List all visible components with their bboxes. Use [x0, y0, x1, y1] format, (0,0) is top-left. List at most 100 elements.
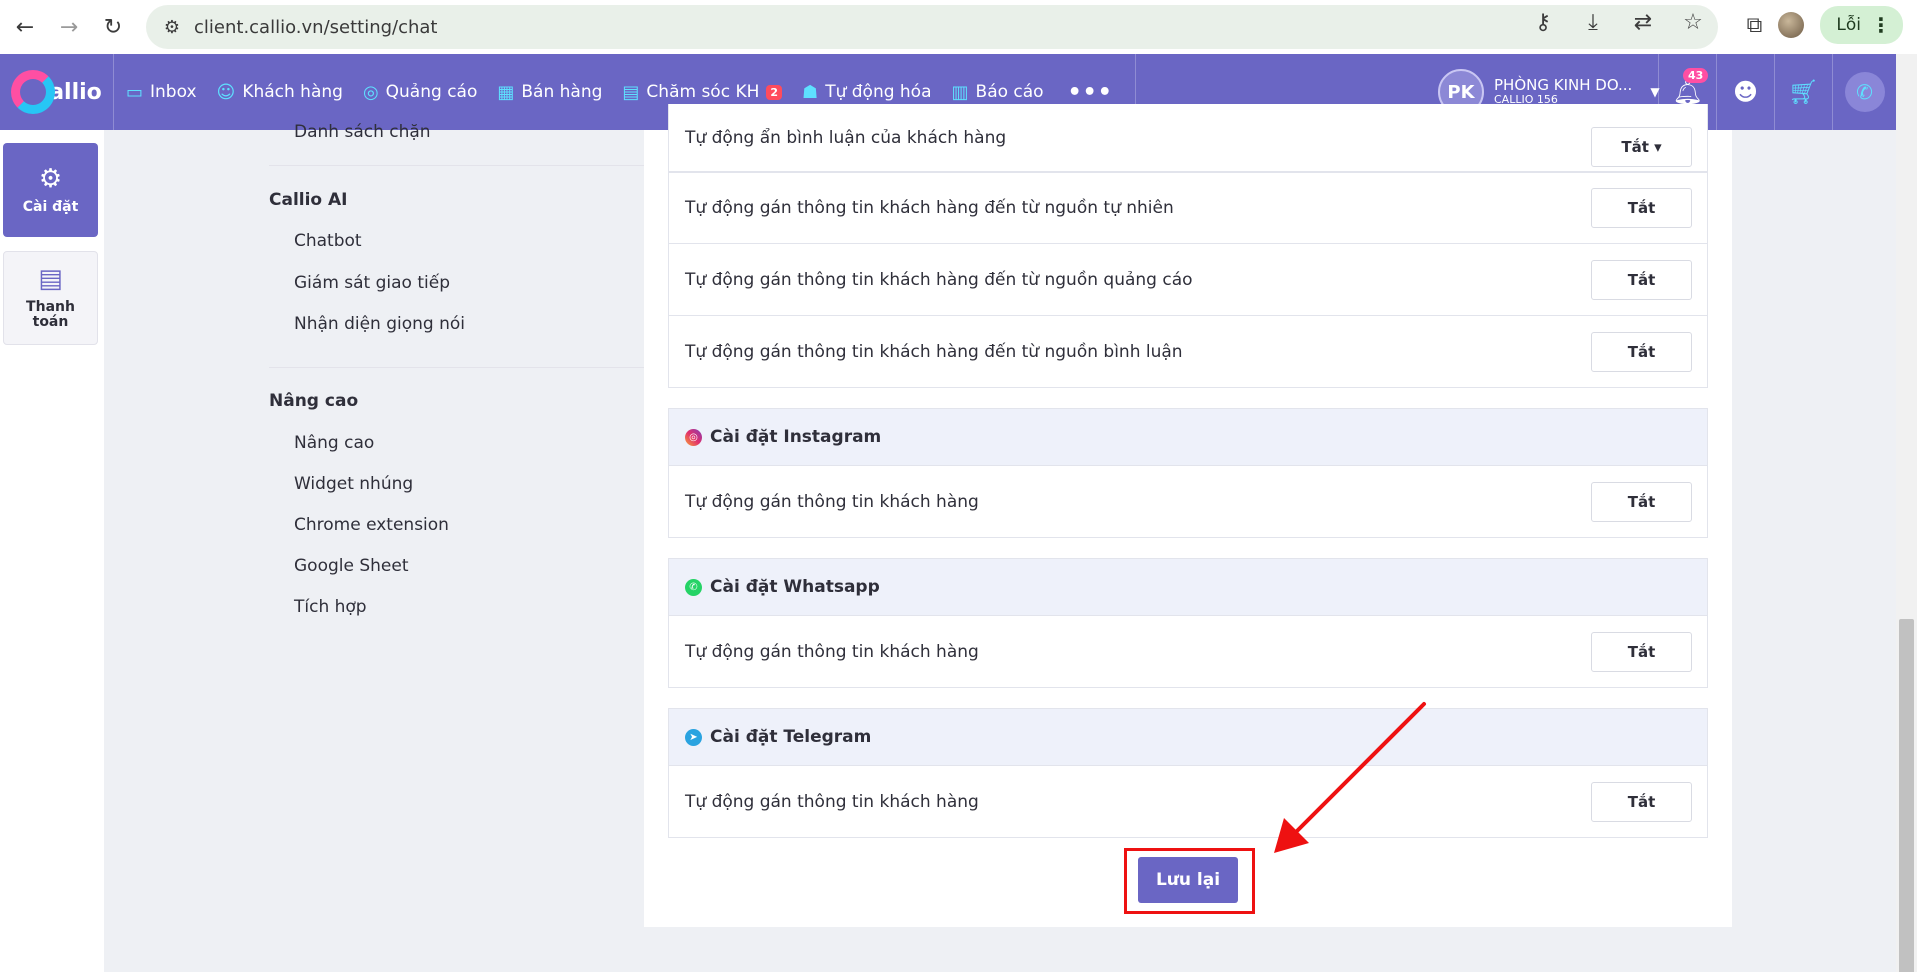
menu-item-customers[interactable]: ☺ Khách hàng — [217, 82, 343, 103]
logo-text: allio — [49, 79, 102, 105]
nav-integration[interactable]: Tích hợp — [294, 597, 367, 617]
care-badge: 2 — [766, 84, 783, 100]
nav-chatbot[interactable]: Chatbot — [294, 231, 362, 251]
setting-label: Tự động gán thông tin khách hàng — [685, 491, 979, 512]
toggle-dropdown[interactable]: Tắt ▾ — [1591, 126, 1692, 167]
browser-toolbar: ← → ↻ ⚙ client.callio.vn/setting/chat ⚷ … — [0, 0, 1917, 54]
nav-embed-widget[interactable]: Widget nhúng — [294, 474, 413, 494]
instagram-section-header: ◎ Cài đặt Instagram — [668, 408, 1708, 466]
setting-label: Tự động gán thông tin khách hàng đến từ … — [685, 269, 1193, 290]
url-text[interactable]: client.callio.vn/setting/chat — [194, 17, 438, 38]
translate-icon[interactable]: ⇄ — [1629, 10, 1657, 35]
settings-nav: Danh sách chặn Callio AI Chatbot Giám sá… — [104, 122, 711, 972]
nav-communication-monitor[interactable]: Giám sát giao tiếp — [294, 273, 450, 293]
menu-item-label: Chăm sóc KH — [646, 82, 760, 102]
nav-section-callio-ai: Callio AI — [269, 190, 348, 210]
back-icon[interactable]: ← — [6, 8, 44, 46]
menu-dots-icon: ⋮ — [1871, 13, 1891, 37]
sales-icon: ▦ — [497, 81, 515, 103]
account-name: PHÒNG KINH DO... — [1494, 76, 1633, 95]
error-chip[interactable]: Lỗi ⋮ — [1820, 6, 1903, 44]
menu-item-label: Bán hàng — [521, 82, 603, 102]
callio-logo[interactable]: allio — [0, 54, 114, 130]
nav-section-advanced: Nâng cao — [269, 391, 359, 411]
logo-mark-icon — [11, 70, 56, 114]
setting-label: Tự động gán thông tin khách hàng đến từ … — [685, 198, 1174, 218]
nav-voice-recognition[interactable]: Nhận diện giọng nói — [294, 314, 465, 334]
toggle-dropdown[interactable]: Tắt — [1591, 259, 1692, 300]
setting-label: Tự động gán thông tin khách hàng đến từ … — [685, 341, 1183, 362]
left-rail: ⚙ Cài đặt ▤ Thanh toán — [0, 130, 104, 972]
section-title: Cài đặt Instagram — [710, 427, 882, 447]
phone-button[interactable]: ✆ — [1832, 54, 1896, 130]
password-key-icon[interactable]: ⚷ — [1529, 10, 1557, 35]
menu-item-label: Khách hàng — [242, 82, 343, 102]
cart-icon: 🛒︎ — [1788, 78, 1819, 106]
install-app-icon[interactable]: ⤓ — [1579, 10, 1607, 35]
setting-row: Tự động gán thông tin khách hàng Tắt — [668, 466, 1708, 538]
menu-item-label: Tự động hóa — [825, 82, 932, 102]
error-label: Lỗi — [1836, 15, 1861, 35]
site-settings-icon[interactable]: ⚙ — [154, 9, 190, 45]
setting-label: Tự động ẩn bình luận của khách hàng — [685, 127, 1007, 148]
support-button[interactable]: ☻ — [1716, 54, 1774, 130]
phone-icon: ✆ — [1844, 72, 1885, 112]
setting-row: Tự động gán thông tin khách hàng đến từ … — [668, 244, 1708, 316]
instagram-icon: ◎ — [685, 428, 702, 446]
forward-icon[interactable]: → — [50, 8, 88, 46]
save-button[interactable]: Lưu lại — [1138, 857, 1238, 903]
extensions-icon[interactable]: ⧉ — [1747, 13, 1763, 38]
section-title: Cài đặt Whatsapp — [710, 577, 880, 597]
profile-avatar[interactable] — [1778, 12, 1805, 38]
cart-button[interactable]: 🛒︎ — [1774, 54, 1832, 130]
setting-row: Tự động gán thông tin khách hàng Tắt — [668, 616, 1708, 688]
setting-row: Tự động gán thông tin khách hàng đến từ … — [668, 316, 1708, 388]
support-agent-icon: ☻ — [1732, 78, 1759, 106]
rail-item-billing[interactable]: ▤ Thanh toán — [3, 251, 98, 345]
menu-item-automation[interactable]: ☗ Tự động hóa — [802, 82, 931, 103]
toggle-dropdown[interactable]: Tắt — [1591, 781, 1692, 822]
customer-icon: ☺ — [216, 81, 236, 103]
robot-icon: ☗ — [802, 81, 819, 103]
menu-item-reports[interactable]: ▥ Báo cáo — [952, 82, 1044, 103]
gear-icon: ⚙ — [38, 164, 63, 194]
menu-item-label: Quảng cáo — [385, 82, 478, 102]
bookmark-star-icon[interactable]: ☆ — [1679, 10, 1707, 35]
nav-google-sheet[interactable]: Google Sheet — [294, 556, 409, 576]
toggle-dropdown[interactable]: Tắt — [1591, 481, 1692, 522]
toggle-dropdown[interactable]: Tắt — [1591, 331, 1692, 372]
telegram-icon: ➤ — [685, 728, 702, 746]
whatsapp-icon: ✆ — [685, 578, 702, 596]
rail-label: Cài đặt — [22, 198, 79, 215]
section-title: Cài đặt Telegram — [710, 727, 872, 747]
menu-item-care[interactable]: ▤ Chăm sóc KH 2 — [622, 81, 783, 103]
ads-icon: ◎ — [362, 81, 379, 103]
setting-label: Tự động gán thông tin khách hàng — [685, 791, 979, 812]
inbox-icon: ▭ — [126, 81, 144, 103]
menu-item-inbox[interactable]: ▭ Inbox — [126, 82, 197, 103]
chat-settings-panel: Tự động ẩn bình luận của khách hàng Tắt … — [644, 104, 1732, 927]
page-scrollbar[interactable] — [1896, 54, 1917, 972]
menu-item-sales[interactable]: ▦ Bán hàng — [497, 82, 602, 103]
toggle-dropdown[interactable]: Tắt — [1591, 631, 1692, 672]
nav-chrome-extension[interactable]: Chrome extension — [294, 515, 449, 535]
menu-item-ads[interactable]: ◎ Quảng cáo — [363, 82, 477, 103]
setting-row: Tự động ẩn bình luận của khách hàng Tắt … — [668, 104, 1708, 172]
nav-advanced[interactable]: Nâng cao — [294, 433, 374, 453]
scrollbar-thumb[interactable] — [1899, 619, 1914, 972]
menu-item-label: Inbox — [150, 82, 197, 102]
receipt-icon: ▤ — [38, 264, 63, 295]
toggle-dropdown[interactable]: Tắt — [1591, 188, 1692, 228]
setting-row: Tự động gán thông tin khách hàng Tắt — [668, 766, 1708, 838]
setting-row: Tự động gán thông tin khách hàng đến từ … — [668, 172, 1708, 244]
nav-blocked-list[interactable]: Danh sách chặn — [294, 122, 431, 142]
notification-count: 43 — [1683, 68, 1709, 83]
rail-item-settings[interactable]: ⚙ Cài đặt — [3, 143, 98, 237]
telegram-section-header: ➤ Cài đặt Telegram — [668, 708, 1708, 766]
care-icon: ▤ — [622, 81, 640, 103]
report-icon: ▥ — [951, 81, 969, 103]
address-bar[interactable]: ⚙ client.callio.vn/setting/chat — [146, 5, 1718, 49]
reload-icon[interactable]: ↻ — [94, 8, 132, 46]
menu-item-label: Báo cáo — [975, 82, 1044, 102]
rail-label: Thanh toán — [26, 298, 75, 331]
